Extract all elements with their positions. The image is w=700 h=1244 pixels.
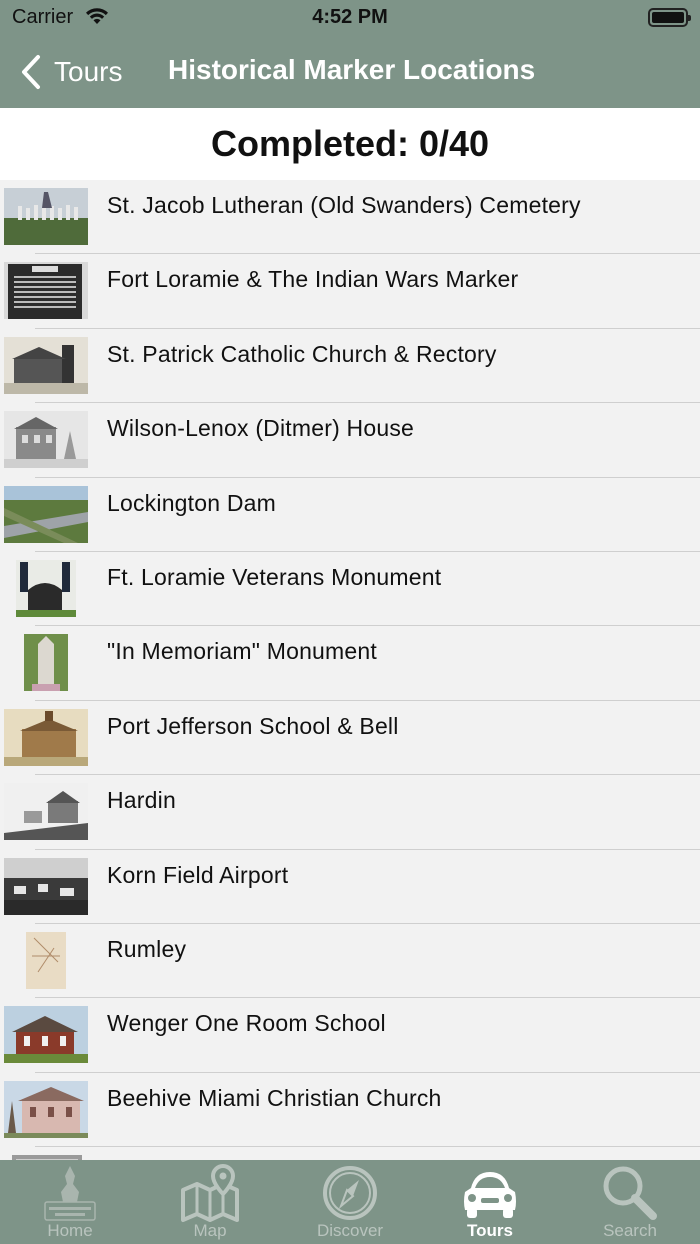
marker-thumbnail [4,336,88,394]
marker-name: Lockington Dam [107,489,276,516]
marker-name: St. Jacob Lutheran (Old Swanders) Cemete… [107,192,581,218]
list-item[interactable]: Wenger One Room School [0,998,700,1073]
marker-thumbnail [4,708,88,766]
tab-discover[interactable]: Discover [280,1160,420,1244]
list-item[interactable]: St. Jacob Lutheran (Old Swanders) Cemete… [0,180,700,255]
marker-name: Ft. Loramie Veterans Monument [107,563,442,590]
tab-home[interactable]: Home [0,1160,140,1244]
list-item[interactable]: Port Jefferson School & Bell [0,701,700,776]
marker-thumbnail [4,485,88,543]
marker-thumbnail [4,1080,88,1138]
list-item[interactable]: Fort Loramie & The Indian Wars Marker [0,254,700,329]
tab-label: Search [603,1221,657,1240]
tab-tours[interactable]: Tours [420,1160,560,1244]
chevron-left-icon [22,55,40,89]
list-item[interactable]: Wilson-Lenox (Ditmer) House [0,403,700,478]
marker-name: Wenger One Room School [107,1010,386,1037]
status-bar: Carrier 4:52 PM [0,0,700,36]
status-time: 4:52 PM [312,6,388,28]
marker-thumbnail [4,188,88,245]
marker-thumbnail [4,411,88,469]
battery-icon [648,8,691,27]
map-icon [181,1163,239,1222]
list-item[interactable]: Rumley [0,924,700,999]
navigation-bar: Carrier 4:52 PM Tours Historical Marker … [0,0,700,108]
completed-counter: Completed: 0/40 [0,108,700,180]
back-button-label: Tours [54,56,123,87]
home-logo-icon [44,1166,96,1221]
tab-search[interactable]: Search [560,1160,700,1244]
search-icon [603,1166,657,1220]
marker-thumbnail [4,1006,88,1064]
compass-icon [323,1166,377,1220]
list-item[interactable]: Ft. Loramie Veterans Monument [0,552,700,627]
marker-name: Rumley [107,935,187,962]
marker-name: Korn Field Airport [107,861,289,888]
marker-thumbnail [4,634,88,692]
list-item[interactable]: Lockington Dam [0,478,700,552]
car-icon [464,1172,516,1218]
marker-thumbnail [4,931,88,989]
marker-thumbnail [4,857,88,915]
list-item[interactable]: "In Memoriam" Monument [0,626,700,701]
marker-name: "In Memoriam" Monument [107,638,377,665]
list-item[interactable]: Beehive Miami Christian Church [0,1073,700,1148]
marker-thumbnail [4,559,88,617]
marker-name: Port Jefferson School & Bell [107,712,399,739]
tab-label: Tours [467,1221,513,1240]
marker-name: St. Patrick Catholic Church & Rectory [107,340,497,367]
marker-list[interactable]: St. Jacob Lutheran (Old Swanders) Cemete… [0,180,700,1160]
tab-label: Home [47,1221,93,1240]
marker-thumbnail [4,783,88,841]
tab-label: Map [193,1221,227,1240]
back-button[interactable]: Tours [18,52,122,92]
list-item[interactable]: St. Patrick Catholic Church & Rectory [0,329,700,404]
list-item[interactable] [0,1147,700,1160]
tab-label: Discover [316,1221,384,1240]
marker-thumbnail [4,262,88,320]
list-item[interactable]: Korn Field Airport [0,850,700,924]
list-item[interactable]: Hardin [0,775,700,850]
marker-name: Hardin [107,787,176,814]
tab-map[interactable]: Map [140,1160,280,1244]
page-title: Historical Marker Locations [168,54,536,85]
tab-bar: Home Map Discover Tours Search [0,1160,700,1244]
marker-name: Beehive Miami Christian Church [107,1084,442,1111]
marker-name: Wilson-Lenox (Ditmer) House [107,415,415,442]
marker-name: Fort Loramie & The Indian Wars Marker [107,266,519,293]
